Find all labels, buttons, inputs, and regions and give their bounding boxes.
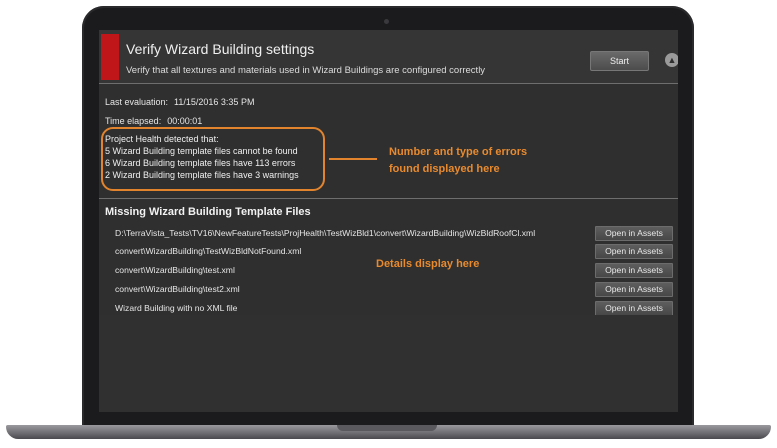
open-in-assets-button[interactable]: Open in Assets: [595, 244, 673, 259]
last-evaluation: Last evaluation: 11/15/2016 3:35 PM: [105, 97, 254, 107]
file-row: convert\WizardBuilding\test.xml: [115, 265, 235, 275]
health-line: 2 Wizard Building template files have 3 …: [105, 170, 299, 180]
errors-annotation: found displayed here: [389, 163, 500, 175]
details-annotation: Details display here: [376, 258, 480, 270]
status-indicator: [101, 34, 119, 80]
health-line: 5 Wizard Building template files cannot …: [105, 146, 298, 156]
page-title: Verify Wizard Building settings: [126, 41, 315, 57]
start-button[interactable]: Start: [590, 51, 649, 71]
open-in-assets-button[interactable]: Open in Assets: [595, 226, 673, 241]
empty-area: [99, 315, 678, 412]
divider: [99, 198, 678, 199]
file-row: Wizard Building with no XML file: [115, 303, 238, 313]
health-line: 6 Wizard Building template files have 11…: [105, 158, 296, 168]
open-in-assets-button[interactable]: Open in Assets: [595, 301, 673, 316]
last-evaluation-value: 11/15/2016 3:35 PM: [174, 97, 255, 107]
time-elapsed-value: 00:00:01: [167, 116, 203, 126]
file-row: convert\WizardBuilding\test2.xml: [115, 284, 240, 294]
annotation-pointer: [329, 158, 377, 160]
time-elapsed: Time elapsed: 00:00:01: [105, 116, 202, 126]
page-subtitle: Verify that all textures and materials u…: [126, 65, 486, 76]
file-row: convert\WizardBuilding\TestWizBldNotFoun…: [115, 246, 302, 256]
last-evaluation-label: Last evaluation:: [105, 97, 169, 107]
task-header: Verify Wizard Building settings Verify t…: [99, 30, 678, 83]
errors-annotation: Number and type of errors: [389, 146, 528, 158]
divider: [99, 83, 678, 84]
time-elapsed-label: Time elapsed:: [105, 116, 162, 126]
open-in-assets-button[interactable]: Open in Assets: [595, 263, 673, 278]
screen: Verify Wizard Building settings Verify t…: [99, 30, 678, 412]
chevron-up-icon[interactable]: ▲: [665, 53, 678, 67]
open-in-assets-button[interactable]: Open in Assets: [595, 282, 673, 297]
laptop-notch: [337, 425, 437, 431]
file-row: D:\TerraVista_Tests\TV16\NewFeatureTests…: [115, 228, 536, 238]
health-line: Project Health detected that:: [105, 134, 219, 144]
camera-icon: [384, 19, 389, 24]
section-title: Missing Wizard Building Template Files: [105, 206, 311, 218]
